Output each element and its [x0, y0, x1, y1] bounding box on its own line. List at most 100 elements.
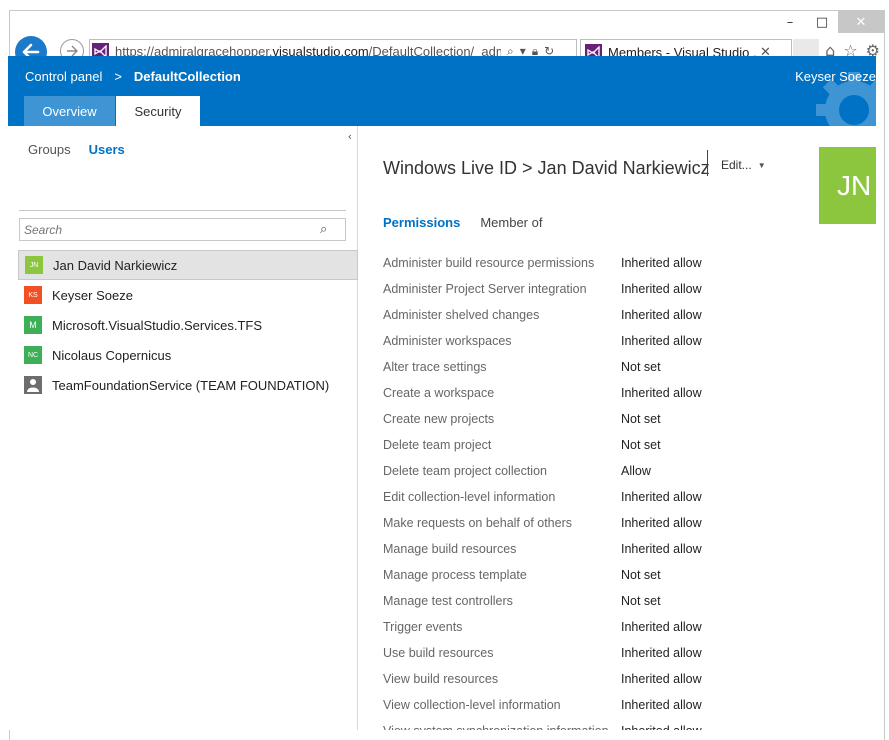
permission-name: Create new projects [383, 412, 495, 426]
permission-name: Administer shelved changes [383, 308, 540, 322]
nav-users[interactable]: Users [89, 142, 125, 157]
permission-value[interactable]: Not set [621, 438, 661, 452]
edit-label: Edit... [721, 158, 752, 172]
list-item[interactable]: TeamFoundationService (TEAM FOUNDATION) [18, 370, 358, 400]
table-row[interactable]: Manage process template Not set [383, 562, 863, 588]
permission-value[interactable]: Inherited allow [621, 724, 702, 730]
list-item[interactable]: JN Jan David Narkiewicz [18, 250, 358, 280]
permission-value[interactable]: Inherited allow [621, 490, 702, 504]
nav-groups[interactable]: Groups [28, 142, 71, 157]
table-row[interactable]: Administer Project Server integration Inh… [383, 276, 863, 302]
maximize-button[interactable]: □ [806, 11, 838, 33]
permission-name: Delete team project collection [383, 464, 547, 478]
permission-name: Administer build resource permissions [383, 256, 595, 270]
table-row[interactable]: Administer shelved changes Inherited allo… [383, 302, 863, 328]
breadcrumb-current[interactable]: DefaultCollection [134, 69, 241, 84]
permission-value[interactable]: Inherited allow [621, 282, 702, 296]
identity-type-nav: Groups Users [28, 142, 125, 157]
permissions-pane: Windows Live ID > Jan David Narkiewicz E… [359, 126, 876, 730]
permission-value[interactable]: Inherited allow [621, 516, 702, 530]
table-row[interactable]: Manage test controllers Not set [383, 588, 863, 614]
permission-name: Administer Project Server integration [383, 282, 587, 296]
permission-value[interactable]: Not set [621, 412, 661, 426]
permission-value[interactable]: Inherited allow [621, 542, 702, 556]
table-row[interactable]: Administer workspaces Inherited allow [383, 328, 863, 354]
table-row[interactable]: View system synchronization informationI… [383, 718, 863, 730]
page-title: Windows Live ID > Jan David Narkiewicz [383, 158, 710, 178]
list-item[interactable]: M Microsoft.VisualStudio.Services.TFS [18, 310, 358, 340]
permission-name: Delete team project [383, 438, 492, 452]
header-user-name[interactable]: Keyser Soeze [795, 69, 876, 84]
permission-name: Make requests on behalf of others [383, 516, 573, 530]
search-input[interactable] [24, 222, 320, 237]
avatar: NC [24, 346, 42, 364]
permission-value[interactable]: Not set [621, 568, 661, 582]
permission-value[interactable]: Inherited allow [621, 308, 702, 322]
permissions-table: Administer build resource permissions Inh… [383, 250, 863, 730]
user-name: TeamFoundationService (TEAM FOUNDATION) [52, 377, 330, 393]
table-row[interactable]: Delete team project collection Allow [383, 458, 863, 484]
collapse-pane-icon[interactable]: ‹ [348, 130, 352, 143]
table-row[interactable]: Create new projects Not set [383, 406, 863, 432]
permission-name: Manage build resources [383, 542, 517, 556]
permission-value[interactable]: Inherited allow [621, 698, 702, 712]
app-header: Control panel > DefaultCollection Keyser… [8, 56, 876, 126]
breadcrumb-control-panel[interactable]: Control panel [25, 69, 102, 84]
table-row[interactable]: Use build resources Inherited allow [383, 640, 863, 666]
profile-tile: JN [819, 147, 876, 224]
search-box[interactable]: ⌕ [19, 218, 346, 241]
table-row[interactable]: Trigger events Inherited allow [383, 614, 863, 640]
table-row[interactable]: Manage build resources Inherited allow [383, 536, 863, 562]
edit-menu-button[interactable]: Edit... ▼ [721, 158, 766, 172]
table-row[interactable]: Delete team project Not set [383, 432, 863, 458]
search-icon[interactable]: ⌕ [320, 222, 327, 237]
permission-name: Trigger events [383, 620, 463, 634]
close-window-button[interactable]: ✕ [838, 11, 884, 33]
permission-value[interactable]: Not set [621, 594, 661, 608]
permission-name: Edit collection-level information [383, 490, 556, 504]
tab-overview[interactable]: Overview [24, 96, 115, 126]
tab-security[interactable]: Security [116, 96, 200, 126]
table-row[interactable]: Create a workspace Inherited allow [383, 380, 863, 406]
tab-member-of[interactable]: Member of [480, 215, 542, 230]
permission-name: View collection-level information [383, 698, 561, 712]
permission-value[interactable]: Inherited allow [621, 334, 702, 348]
user-name: Keyser Soeze [52, 287, 133, 303]
table-row[interactable]: Administer build resource permissions Inh… [383, 250, 863, 276]
permission-name: Create a workspace [383, 386, 495, 400]
permission-name: Manage test controllers [383, 594, 513, 608]
avatar: M [24, 316, 42, 334]
table-row[interactable]: Alter trace settings Not set [383, 354, 863, 380]
table-row[interactable]: Edit collection-level information Inherit… [383, 484, 863, 510]
permission-name: Administer workspaces [383, 334, 512, 348]
table-row[interactable]: Make requests on behalf of others Inherit… [383, 510, 863, 536]
permission-value[interactable]: Inherited allow [621, 256, 702, 270]
user-name: Microsoft.VisualStudio.Services.TFS [52, 317, 262, 333]
table-row[interactable]: View collection-level information Inherit… [383, 692, 863, 718]
avatar: JN [25, 256, 43, 274]
permission-value[interactable]: Inherited allow [621, 386, 702, 400]
permission-value[interactable]: Inherited allow [621, 646, 702, 660]
permission-tabs: Permissions Member of [383, 215, 542, 230]
permission-name: View build resources [383, 672, 499, 686]
permission-value[interactable]: Inherited allow [621, 672, 702, 686]
minimize-button[interactable]: – [774, 11, 806, 33]
window-controls: – □ ✕ [774, 11, 884, 33]
tab-permissions[interactable]: Permissions [383, 215, 460, 230]
list-item[interactable]: KS Keyser Soeze [18, 280, 358, 310]
divider [19, 210, 346, 211]
permission-value[interactable]: Inherited allow [621, 620, 702, 634]
user-name: Nicolaus Copernicus [52, 347, 172, 363]
admin-tabs: Overview Security [24, 96, 200, 126]
person-icon [24, 376, 42, 394]
users-pane: ‹ Groups Users ⌕ JN Jan David Narkiewicz… [8, 126, 358, 730]
permission-name: Use build resources [383, 646, 494, 660]
permission-name: Manage process template [383, 568, 527, 582]
avatar: KS [24, 286, 42, 304]
list-item[interactable]: NC Nicolaus Copernicus [18, 340, 358, 370]
permission-value[interactable]: Not set [621, 360, 661, 374]
permission-name: View system synchronization information [383, 724, 621, 730]
table-row[interactable]: View build resources Inherited allow [383, 666, 863, 692]
permission-value[interactable]: Allow [621, 464, 651, 478]
breadcrumb-separator: > [114, 69, 122, 84]
